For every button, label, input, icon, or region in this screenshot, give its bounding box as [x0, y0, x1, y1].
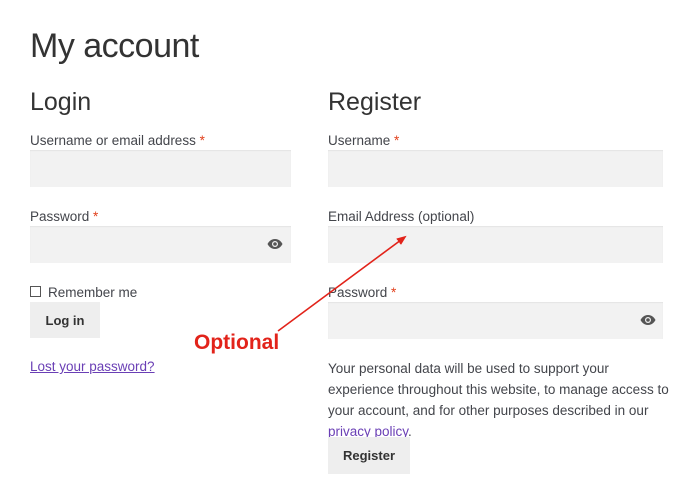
optional-annotation-label: Optional: [194, 331, 280, 354]
annotation-arrow: [277, 235, 407, 332]
annotation-arrow-line: [277, 235, 407, 332]
